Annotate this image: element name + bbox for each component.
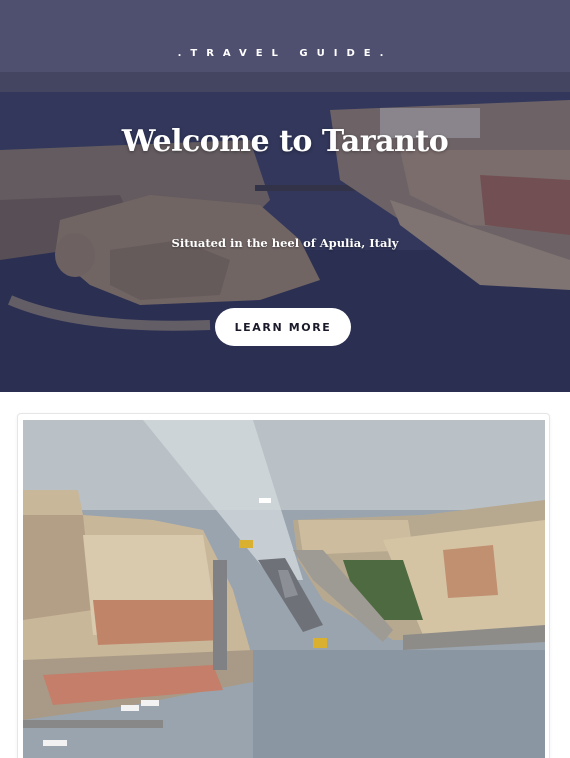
learn-more-button[interactable]: LEARN MORE — [215, 308, 351, 346]
page: .TRAVEL GUIDE. Welcome to Taranto Situat… — [0, 0, 570, 758]
hero-kicker: .TRAVEL GUIDE. — [177, 48, 393, 59]
hero-subtitle: Situated in the heel of Apulia, Italy — [171, 236, 399, 250]
aerial-harbor-image — [23, 420, 545, 758]
feature-card — [17, 413, 550, 758]
hero-section: .TRAVEL GUIDE. Welcome to Taranto Situat… — [0, 0, 570, 392]
hero-title: Welcome to Taranto — [121, 124, 449, 159]
harbor-photo — [23, 420, 545, 758]
